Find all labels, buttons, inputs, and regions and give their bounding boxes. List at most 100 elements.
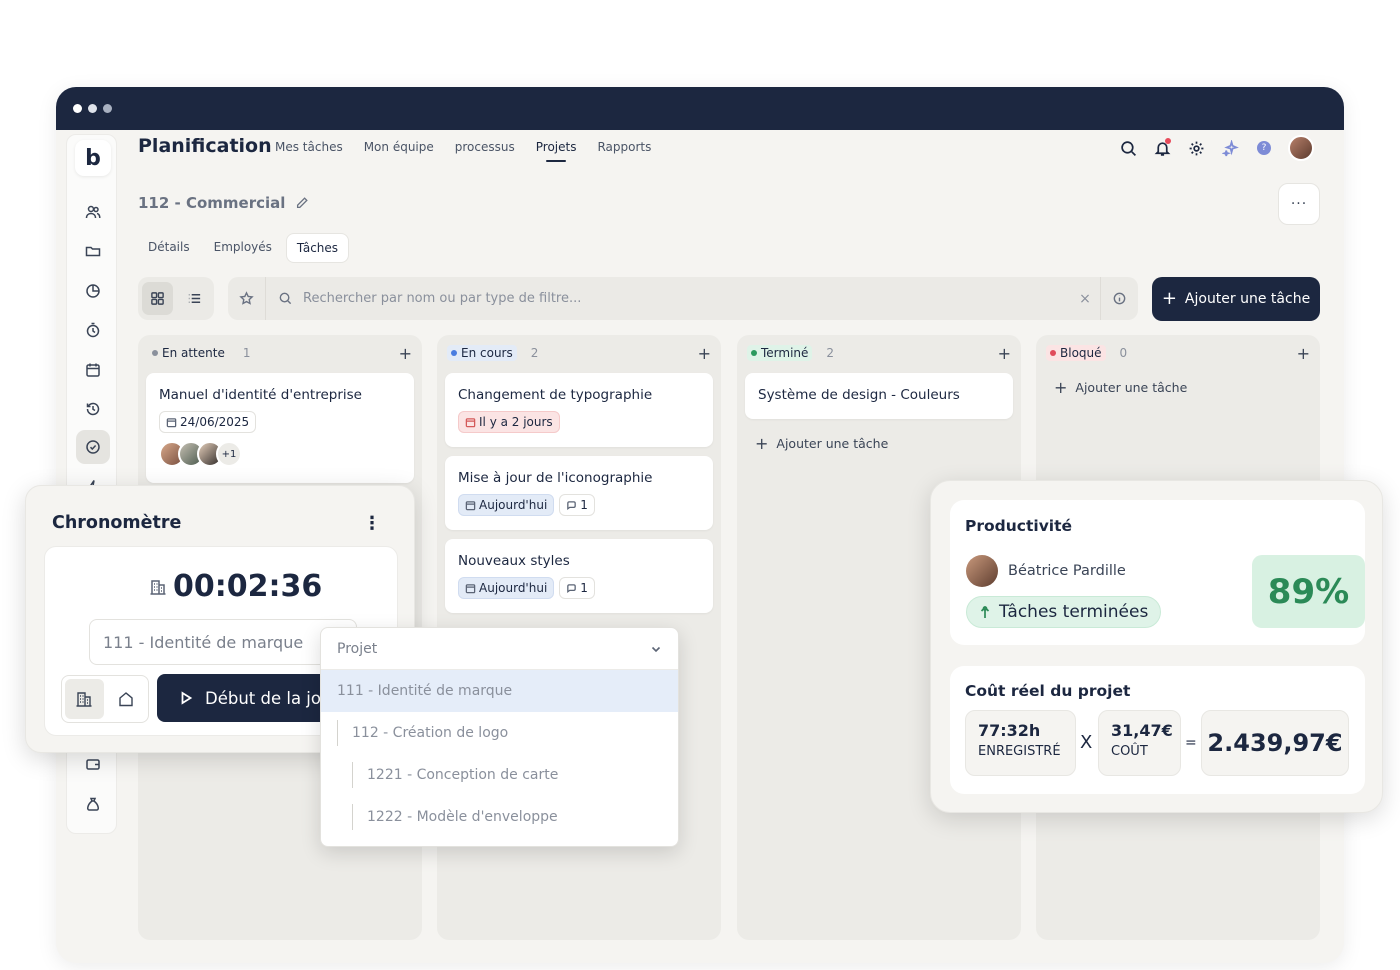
pencil-icon[interactable] <box>295 196 309 210</box>
calendar-icon <box>465 500 476 510</box>
search-icon[interactable] <box>1118 138 1138 158</box>
clear-search-icon[interactable]: × <box>1070 291 1100 307</box>
dropdown-option[interactable]: 111 - Identité de marque <box>321 670 678 712</box>
calendar-icon <box>166 417 177 427</box>
window-dot-maximize[interactable] <box>103 104 112 113</box>
rate-cell: 31,47€ COÛT <box>1098 710 1181 776</box>
pie-chart-icon[interactable] <box>80 278 106 304</box>
wallet-icon[interactable] <box>80 751 106 777</box>
task-card[interactable]: Nouveaux styles Aujourd'hui 1 <box>445 539 713 613</box>
hours-cell: 77:32h ENREGISTRÉ <box>965 710 1076 776</box>
plus-icon: + <box>1161 288 1177 309</box>
window-dot-minimize[interactable] <box>88 104 97 113</box>
users-icon[interactable] <box>80 199 106 225</box>
add-card-icon[interactable]: + <box>1297 344 1310 363</box>
tab-details[interactable]: Détails <box>138 233 200 263</box>
window-dot-close[interactable] <box>73 104 82 113</box>
productivity-box: Productivité Béatrice Pardille Tâches te… <box>950 500 1365 645</box>
column-name: Bloqué <box>1060 346 1102 360</box>
dropdown-header[interactable]: Projet <box>321 628 678 670</box>
gear-icon[interactable] <box>1186 138 1206 158</box>
nav-reports[interactable]: Rapports <box>597 140 651 154</box>
comment-icon <box>567 500 577 510</box>
card-title: Mise à jour de l'iconographie <box>458 470 653 486</box>
column-header: Bloqué 0 + <box>1046 344 1310 363</box>
view-toggle <box>138 277 214 320</box>
grid-view-icon[interactable] <box>142 282 173 315</box>
history-icon[interactable] <box>80 396 106 422</box>
app-title: Planification <box>138 135 272 157</box>
due-date-chip[interactable]: Il y a 2 jours <box>458 411 560 433</box>
add-card-icon[interactable]: + <box>399 344 412 363</box>
add-task-link[interactable]: + Ajouter une tâche <box>755 434 888 453</box>
location-toggle <box>61 675 149 723</box>
nav-my-team[interactable]: Mon équipe <box>364 140 434 154</box>
column-count: 0 <box>1119 346 1128 360</box>
project-title-text: 112 - Commercial <box>138 194 286 212</box>
building-icon <box>150 579 166 595</box>
search-icon <box>279 292 292 305</box>
assignees: +1 <box>159 441 401 467</box>
cost-total: 2.439,97€ <box>1201 710 1349 776</box>
list-view-icon[interactable] <box>179 282 210 315</box>
due-date-chip[interactable]: Aujourd'hui <box>458 494 555 516</box>
project-subtabs: Détails Employés Tâches <box>138 233 350 263</box>
home-icon[interactable] <box>107 679 146 719</box>
task-card[interactable]: Manuel d'identité d'entreprise 24/06/202… <box>146 373 414 483</box>
task-card[interactable]: Système de design - Couleurs <box>745 373 1013 419</box>
productivity-panel: Productivité Béatrice Pardille Tâches te… <box>930 480 1383 813</box>
task-card[interactable]: Mise à jour de l'iconographie Aujourd'hu… <box>445 456 713 530</box>
search-bar: Rechercher par nom ou par type de filtre… <box>228 277 1138 320</box>
office-icon[interactable] <box>65 679 104 719</box>
nav-processes[interactable]: processus <box>455 140 515 154</box>
dropdown-option[interactable]: 112 - Création de logo <box>321 712 678 754</box>
due-date-chip[interactable]: Aujourd'hui <box>458 577 555 599</box>
project-select[interactable]: 111 - Identité de marque <box>89 619 357 665</box>
equals-sign: = <box>1185 735 1197 751</box>
dropdown-option[interactable]: 1221 - Conception de carte <box>321 754 678 796</box>
add-task-button[interactable]: + Ajouter une tâche <box>1152 277 1320 321</box>
star-icon[interactable] <box>228 277 266 320</box>
user-avatar[interactable] <box>1288 135 1314 161</box>
tab-employees[interactable]: Employés <box>204 233 282 263</box>
comment-icon <box>567 583 577 593</box>
column-header: Terminé 2 + <box>747 344 1011 363</box>
money-bag-icon[interactable] <box>80 791 106 817</box>
comments-chip[interactable]: 1 <box>559 577 595 599</box>
timer-icon[interactable] <box>80 317 106 343</box>
due-date-chip[interactable]: 24/06/2025 <box>159 411 257 433</box>
avatar <box>966 555 998 587</box>
dropdown-option[interactable]: 1222 - Modèle d'enveloppe <box>321 796 678 838</box>
title-bar <box>56 87 1344 130</box>
search-input[interactable]: Rechercher par nom ou par type de filtre… <box>303 291 1070 306</box>
more-assignees[interactable]: +1 <box>216 441 242 467</box>
calendar-icon[interactable] <box>80 357 106 383</box>
comments-chip[interactable]: 1 <box>559 494 595 516</box>
add-card-icon[interactable]: + <box>998 344 1011 363</box>
stopwatch-title: Chronomètre <box>52 513 182 533</box>
app-logo[interactable]: b <box>75 140 111 176</box>
productivity-user: Béatrice Pardille <box>966 555 1126 587</box>
help-icon[interactable]: ? <box>1254 138 1274 158</box>
task-card[interactable]: Changement de typographie Il y a 2 jours <box>445 373 713 447</box>
bell-icon[interactable] <box>1152 138 1172 158</box>
status-badge: En attente <box>148 345 229 361</box>
kebab-menu-icon[interactable]: ⋮ <box>363 513 381 534</box>
folder-icon[interactable] <box>80 238 106 264</box>
add-card-icon[interactable]: + <box>698 344 711 363</box>
nav-projects[interactable]: Projets <box>536 140 576 162</box>
column-count: 1 <box>242 346 251 360</box>
elapsed-time: 00:02:36 <box>149 569 322 604</box>
add-task-link[interactable]: + Ajouter une tâche <box>1054 378 1187 397</box>
more-options-button[interactable]: ··· <box>1278 183 1320 225</box>
add-task-label: Ajouter une tâche <box>1184 291 1311 307</box>
card-title: Manuel d'identité d'entreprise <box>159 387 362 403</box>
top-icons: ? <box>1118 135 1314 161</box>
check-circle-icon[interactable] <box>76 430 110 464</box>
sparkle-icon[interactable] <box>1220 138 1240 158</box>
project-title: 112 - Commercial <box>138 194 309 212</box>
tab-tasks[interactable]: Tâches <box>285 233 350 263</box>
play-icon <box>181 691 193 705</box>
info-icon[interactable] <box>1100 277 1138 320</box>
nav-my-tasks[interactable]: Mes tâches <box>275 140 343 154</box>
